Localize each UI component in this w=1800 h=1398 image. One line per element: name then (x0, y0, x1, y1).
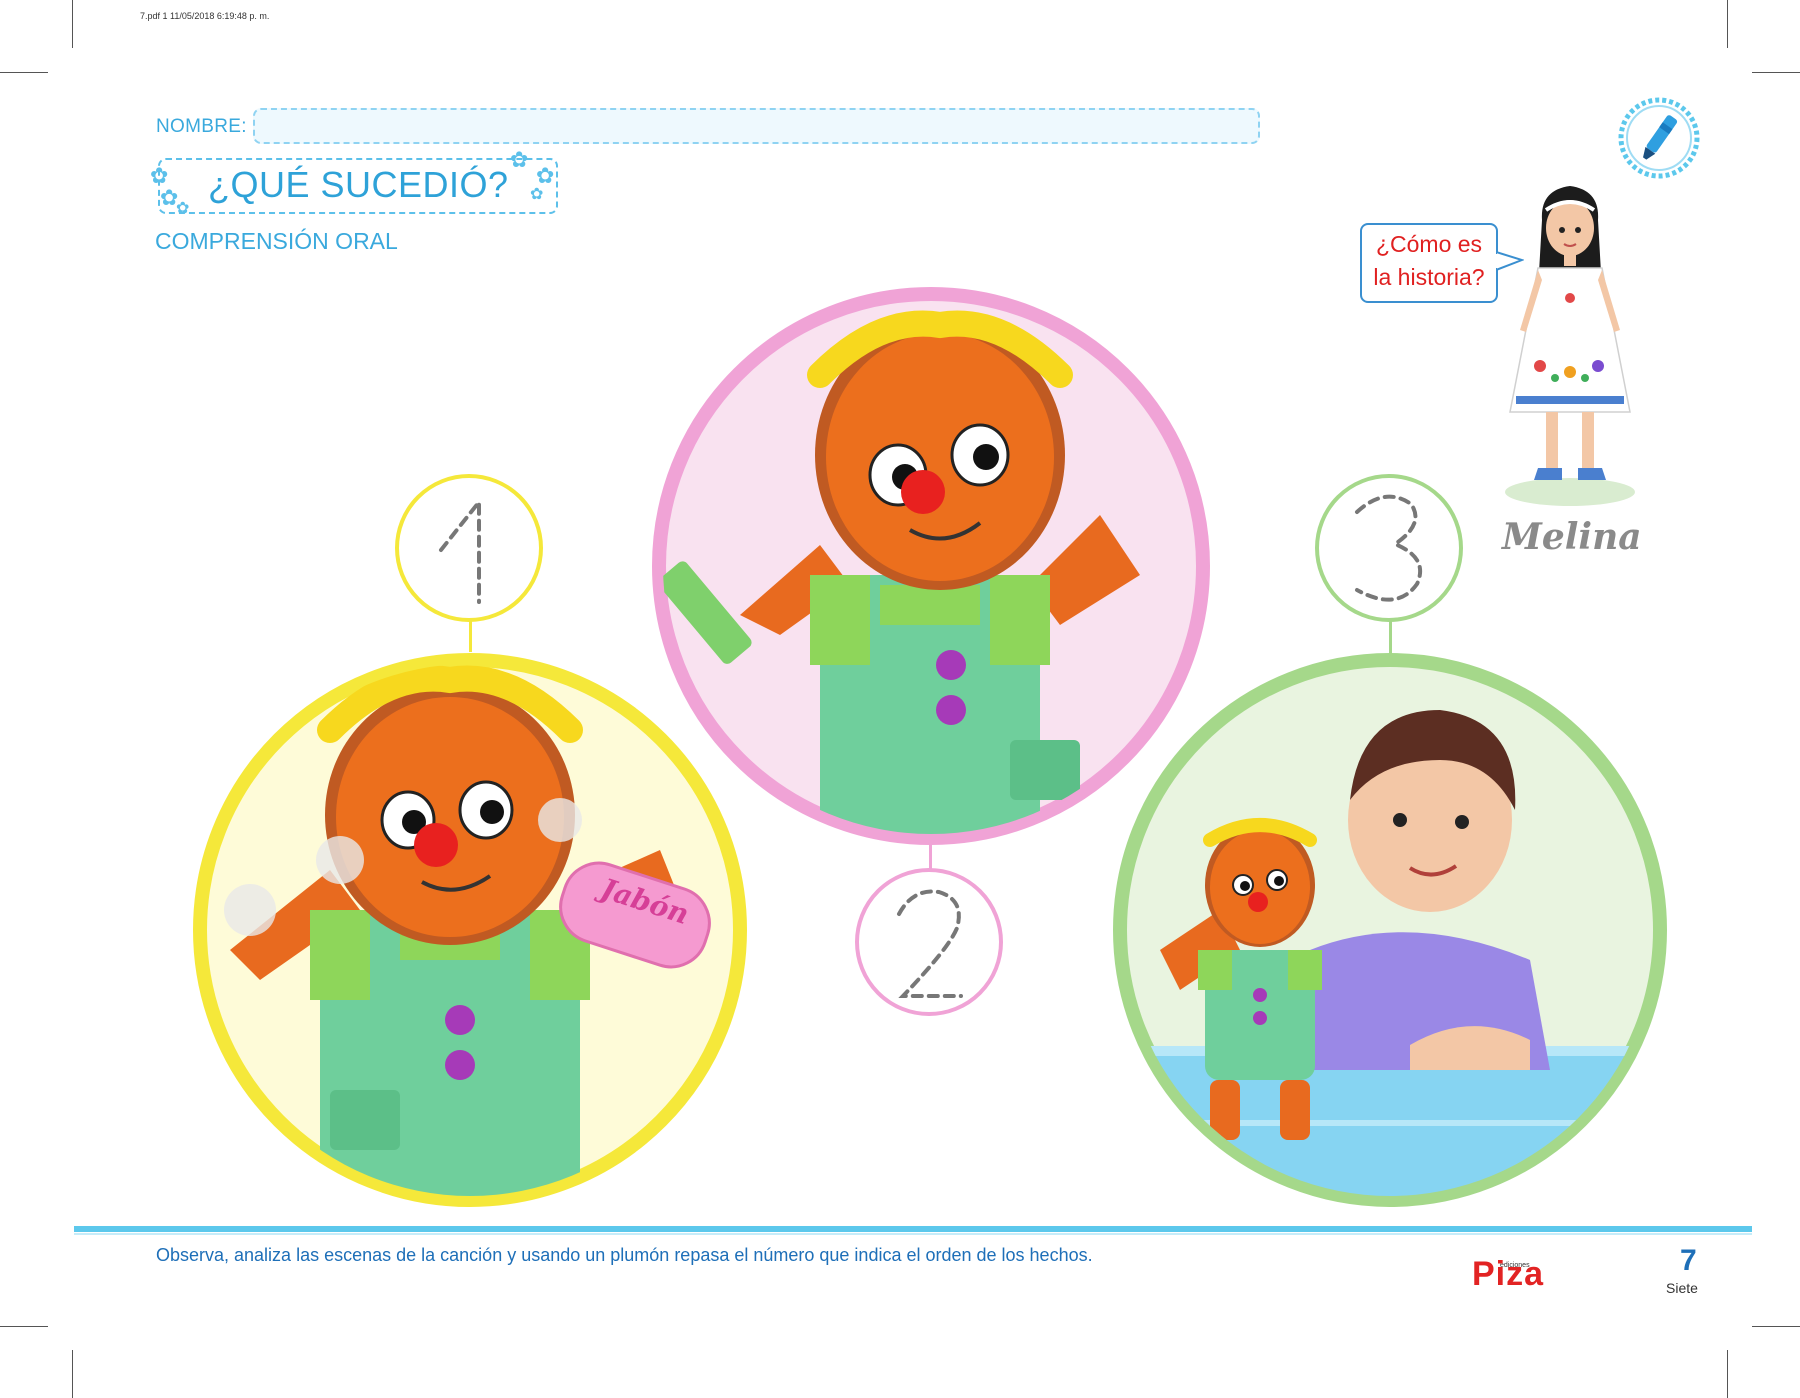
flower-icon: ✿ (150, 164, 169, 189)
scene-3-boy (1113, 653, 1667, 1207)
character-name: Melina (1502, 516, 1642, 558)
number-circle-1[interactable] (393, 472, 545, 624)
crop-mark (72, 0, 73, 48)
flower-icon: ✿ (510, 148, 529, 173)
footer-divider-light (74, 1233, 1752, 1235)
marker-pen-icon (1618, 97, 1700, 179)
number-circle-2[interactable] (853, 866, 1005, 1018)
crop-mark (0, 72, 48, 73)
speech-line-2: la historia? (1373, 264, 1485, 290)
flower-icon: ✿ (176, 198, 190, 217)
page-number-word: Siete (1666, 1280, 1698, 1296)
number-circle-3[interactable] (1313, 472, 1465, 624)
crop-mark (0, 1326, 48, 1327)
crop-mark (1752, 72, 1800, 73)
connector-line (1389, 620, 1392, 654)
speech-bubble-text: ¿Cómo es la historia? (1366, 228, 1492, 294)
instruction-text: Observa, analiza las escenas de la canci… (156, 1245, 1093, 1265)
page-subtitle: COMPRENSIÓN ORAL (155, 228, 398, 254)
page-title: ¿QUÉ SUCEDIÓ? (208, 164, 509, 205)
flower-icon: ✿ (530, 184, 544, 203)
crop-mark (72, 1350, 73, 1398)
brand-logo: Piza (1472, 1255, 1545, 1293)
page-number: 7 (1680, 1244, 1697, 1277)
crop-mark (1727, 0, 1728, 48)
print-metadata: 7.pdf 1 11/05/2018 6:19:48 p. m. (140, 11, 270, 21)
name-input-field[interactable] (253, 108, 1260, 144)
scene-1-soap (193, 653, 747, 1207)
connector-line (469, 620, 472, 652)
crop-mark (1752, 1326, 1800, 1327)
girl-illustration (1505, 186, 1635, 506)
footer-divider (74, 1226, 1752, 1232)
name-label: NOMBRE: (156, 116, 247, 137)
speech-line-1: ¿Cómo es (1375, 231, 1483, 257)
crop-mark (1727, 1350, 1728, 1398)
